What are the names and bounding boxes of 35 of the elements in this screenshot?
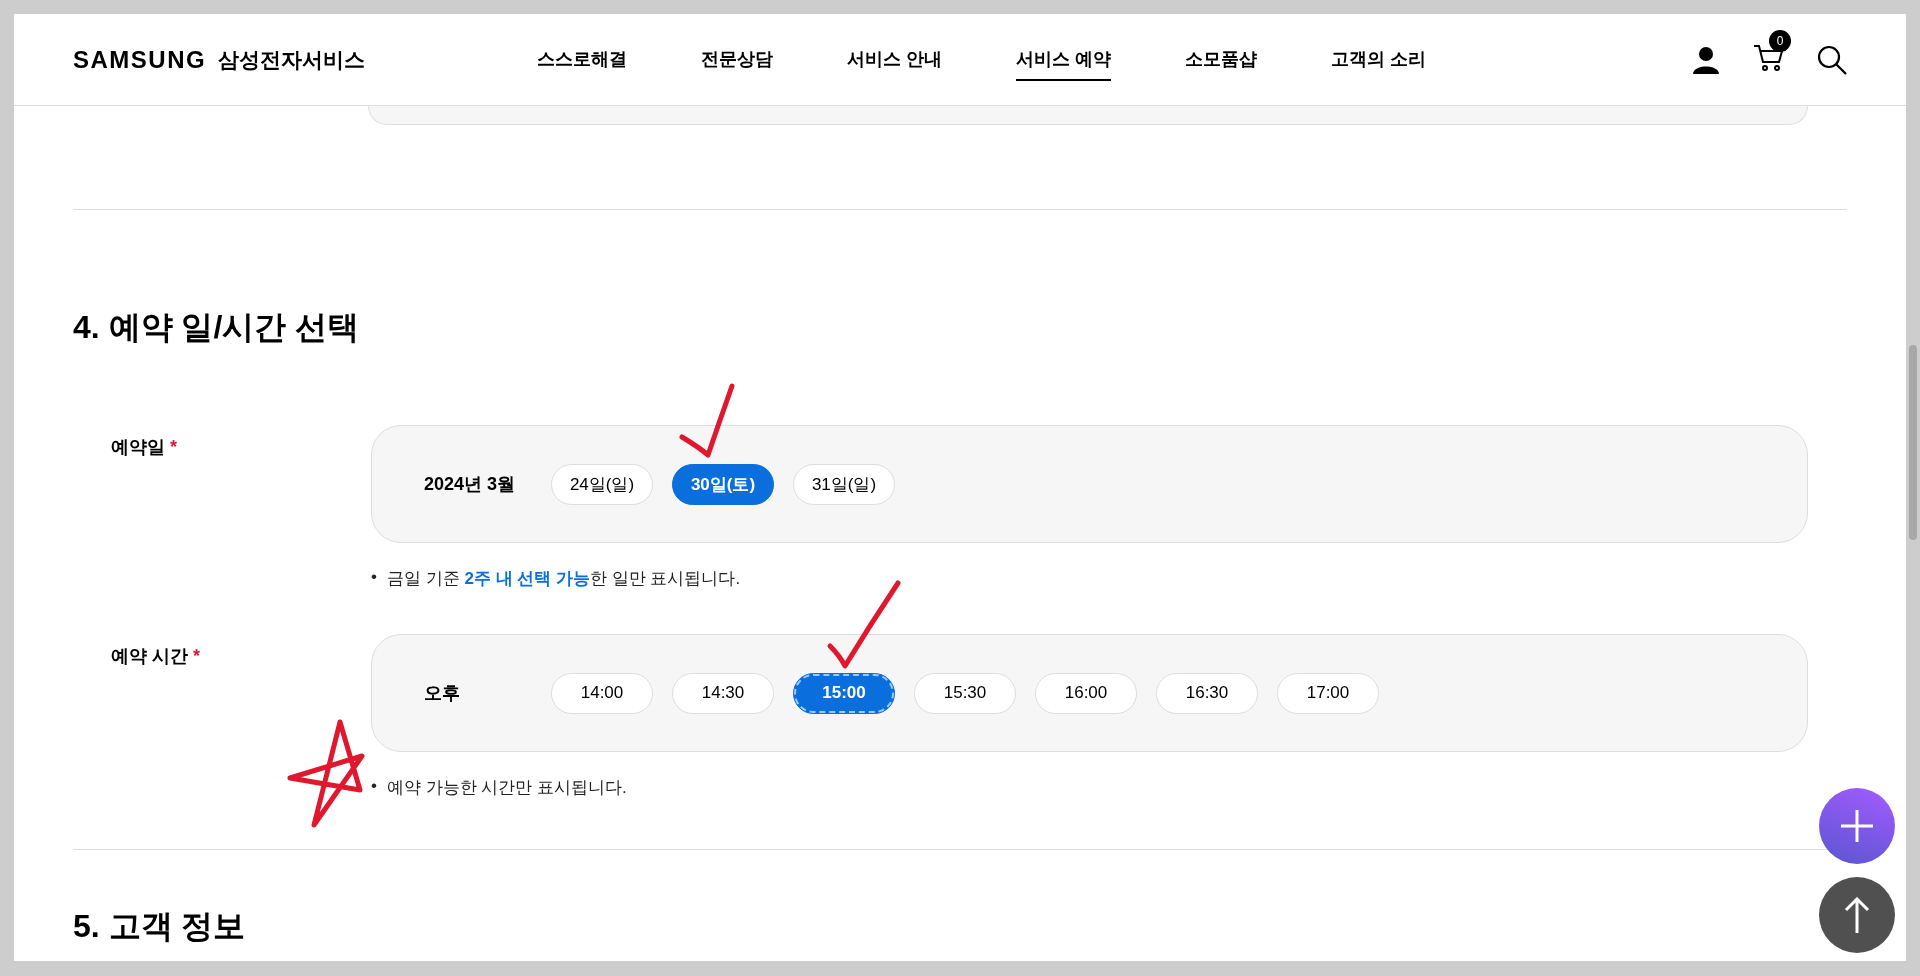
bullet-mark: •: [371, 776, 377, 797]
field-label: 예약일 *: [110, 436, 179, 459]
option-chip[interactable]: 15:00: [793, 672, 895, 714]
search-icon[interactable]: [1817, 44, 1847, 75]
option-chip[interactable]: 31일(일): [793, 463, 895, 505]
nav-item[interactable]: 서비스 예약: [1015, 38, 1111, 81]
option-chip[interactable]: 14:00: [551, 672, 653, 714]
logo[interactable]: SAMSUNG: [73, 45, 207, 74]
option-chip[interactable]: 30일(토): [672, 463, 774, 505]
nav-item[interactable]: 전문상담: [700, 38, 773, 81]
plus-icon: [1840, 809, 1874, 843]
brand-name: 삼성전자서비스: [218, 46, 366, 73]
option-chip[interactable]: 15:30: [914, 672, 1016, 714]
option-chip[interactable]: 14:30: [672, 672, 774, 714]
up-arrow-icon: [1844, 897, 1870, 933]
nav-item[interactable]: 스스로해결: [536, 38, 627, 81]
option-chip[interactable]: 16:00: [1035, 672, 1137, 714]
user-icon[interactable]: [1693, 45, 1719, 74]
option-chip[interactable]: 16:30: [1156, 672, 1258, 714]
field-label: 예약 시간 *: [110, 645, 202, 668]
group-label: 2024년 3월: [424, 473, 517, 496]
nav-item[interactable]: 서비스 안내: [846, 38, 942, 81]
scrollbar-thumb[interactable]: [1909, 345, 1917, 540]
option-chip[interactable]: 17:00: [1277, 672, 1379, 714]
cart-icon[interactable]: [1753, 43, 1783, 72]
group-label: 오후: [424, 682, 461, 705]
note-text: 예약 가능한 시간만 표시됩니다.: [386, 777, 627, 799]
nav-item[interactable]: 소모품샵: [1184, 38, 1257, 81]
nav-item[interactable]: 고객의 소리: [1330, 38, 1426, 81]
note-text: 금일 기준 2주 내 선택 가능한 일만 표시됩니다.: [386, 568, 741, 590]
cart-count-badge: 0: [1769, 29, 1791, 52]
bullet-mark: •: [371, 567, 377, 588]
option-chip[interactable]: 24일(일): [551, 463, 653, 505]
section-title: 5. 고객 정보: [73, 910, 247, 942]
section-title: 4. 예약 일/시간 선택: [73, 311, 361, 343]
